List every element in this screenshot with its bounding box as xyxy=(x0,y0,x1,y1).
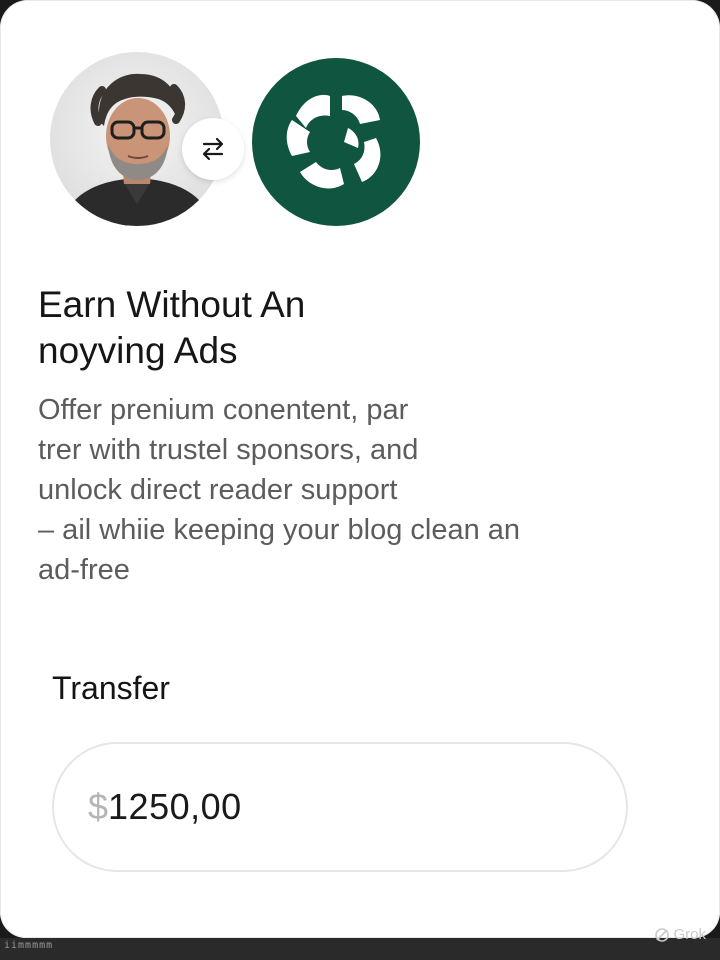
bottom-strip-text: iimmmmm xyxy=(4,940,54,951)
currency-symbol: $ xyxy=(88,786,109,827)
brand-avatar xyxy=(252,58,420,226)
page-title: Earn Without An noyving Ads xyxy=(38,284,306,371)
transfer-label: Transfer xyxy=(52,670,170,706)
watermark: Grok xyxy=(654,926,706,943)
amount-input[interactable]: $ 1250,00 xyxy=(52,742,628,872)
leaf-ring-logo xyxy=(286,94,381,189)
grok-logo-icon xyxy=(655,927,670,942)
page-description: Offer prenium conentent, par trer with t… xyxy=(38,394,521,586)
account-avatars xyxy=(50,52,420,232)
watermark-text: Grok xyxy=(673,926,706,943)
swap-arrows-icon xyxy=(202,137,224,161)
swap-button[interactable] xyxy=(182,118,244,180)
amount-value: 1250,00 xyxy=(108,786,242,827)
bottom-strip xyxy=(0,938,720,960)
promo-card: Earn Without An noyving Ads Offer preniu… xyxy=(0,0,720,938)
